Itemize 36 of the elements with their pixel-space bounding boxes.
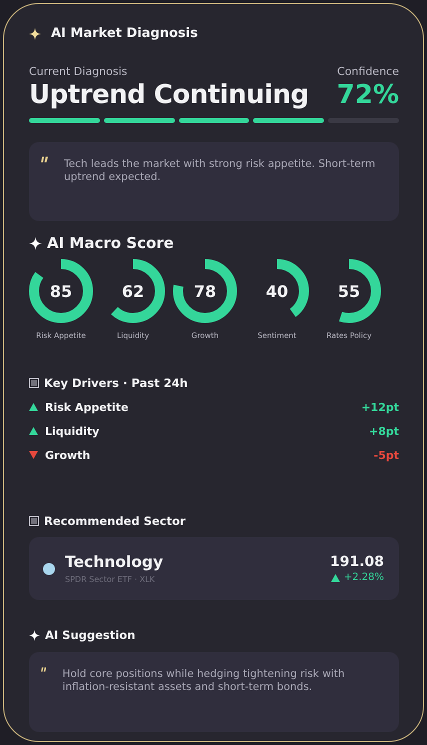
driver-change: -5pt — [374, 448, 399, 462]
quote-icon — [41, 666, 46, 673]
up-triangle-icon — [330, 574, 340, 582]
sector-change: +2.28% — [344, 572, 384, 583]
confidence-value: 72% — [336, 80, 399, 110]
score-value: 78 — [194, 282, 216, 300]
diagnosis-value: Uptrend Continuing — [29, 80, 309, 110]
driver-change: +8pt — [368, 424, 399, 438]
score-value: 55 — [338, 282, 360, 300]
section-title: Key Drivers · Past 24h — [44, 376, 188, 390]
driver-label: Growth — [45, 448, 92, 462]
list-icon — [29, 516, 39, 526]
confidence-label: Confidence — [337, 65, 399, 78]
section-title: AI Suggestion — [45, 628, 136, 642]
card-title: AI Market Diagnosis — [51, 26, 198, 41]
list-icon — [29, 378, 39, 388]
driver-label: Liquidity — [45, 424, 100, 438]
sparkle-icon — [29, 28, 41, 40]
score-value: 40 — [266, 282, 288, 300]
score-value: 85 — [50, 282, 72, 300]
section-title: Recommended Sector — [44, 514, 186, 528]
suggestion-text: Hold core positions while hedging tightening risk with inflation-resistant assets and short-term bonds. — [62, 668, 346, 694]
sector-card[interactable]: Technology SPDR Sector ETF · XLK 191.08 +2.28% — [29, 537, 399, 600]
sparkle-icon — [29, 236, 42, 250]
dot-icon — [43, 562, 55, 574]
sector-price: 191.08 — [330, 554, 384, 570]
sector-subtitle: SPDR Sector ETF · XLK — [65, 575, 156, 584]
driver-label: Risk Appetite — [45, 400, 130, 414]
sparkle-icon — [29, 630, 40, 640]
sector-name: Technology — [65, 553, 164, 571]
summary-text: Tech leads the market with strong risk appetite. Short-term uptrend expected. — [64, 158, 376, 184]
driver-change: +12pt — [361, 400, 399, 414]
score-value: 62 — [122, 282, 144, 300]
section-title: AI Macro Score — [47, 234, 174, 252]
quote-icon — [41, 156, 48, 163]
diagnosis-label: Current Diagnosis — [29, 65, 128, 78]
